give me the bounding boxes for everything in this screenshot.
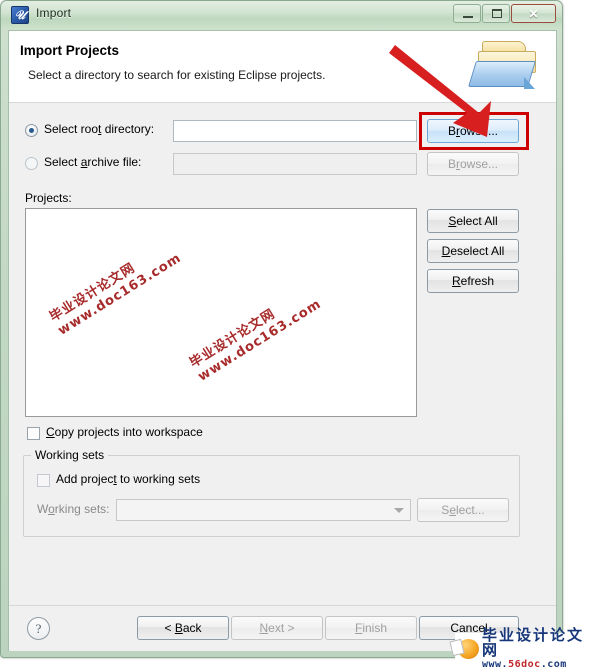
dialog-footer: ? < Back Next > Finish Cancel: [9, 606, 556, 651]
archive-file-input[interactable]: [173, 153, 417, 175]
next-button[interactable]: Next >: [231, 616, 323, 640]
back-button[interactable]: < Back: [137, 616, 229, 640]
close-button[interactable]: ✕: [511, 4, 556, 23]
working-sets-combo-label: Working sets:: [37, 502, 110, 516]
projects-label: Projects:: [25, 191, 72, 205]
select-archive-file-radio[interactable]: Select archive file:: [25, 155, 185, 173]
window-controls: ✕: [452, 4, 556, 23]
dialog-client-area: Import Projects Select a directory to se…: [8, 30, 557, 651]
select-root-directory-label: Select root directory:: [44, 122, 155, 136]
add-project-to-working-sets-checkbox[interactable]: [37, 474, 50, 487]
dialog-header: Import Projects Select a directory to se…: [9, 31, 556, 103]
refresh-button[interactable]: Refresh: [427, 269, 519, 293]
eclipse-icon: 𝒰: [11, 6, 29, 24]
add-project-to-working-sets-label: Add project to working sets: [56, 472, 201, 486]
working-sets-combo[interactable]: [116, 499, 411, 521]
copy-projects-label: Copy projects into workspace: [46, 425, 203, 439]
copy-projects-checkbox[interactable]: [27, 427, 40, 440]
title-bar: 𝒰 Import ✕: [1, 1, 562, 30]
chevron-down-icon: [394, 508, 404, 513]
minimize-button[interactable]: [453, 4, 481, 23]
logo-url: www.56doc.com: [482, 659, 567, 670]
working-sets-group-title: Working sets: [31, 448, 109, 462]
import-folder-icon: [468, 37, 546, 99]
browse-archive-file-button[interactable]: Browse...: [427, 152, 519, 176]
close-icon: ✕: [528, 6, 539, 21]
window-title: Import: [36, 6, 72, 20]
working-sets-select-button[interactable]: Select...: [417, 498, 509, 522]
working-sets-group: [23, 455, 520, 537]
select-archive-file-label: Select archive file:: [44, 155, 142, 169]
page-subtitle: Select a directory to search for existin…: [28, 68, 326, 82]
projects-list[interactable]: [25, 208, 417, 417]
select-root-directory-radio[interactable]: Select root directory:: [25, 122, 190, 140]
dialog-body: Select root directory: Browse... Select …: [9, 45, 556, 606]
import-dialog-window: 𝒰 Import ✕ Import Projects Select a dire…: [0, 0, 563, 658]
radio-indicator: [25, 157, 38, 170]
maximize-button[interactable]: [482, 4, 510, 23]
finish-button[interactable]: Finish: [325, 616, 417, 640]
radio-indicator: [25, 124, 38, 137]
help-button[interactable]: ?: [27, 617, 50, 640]
cancel-button[interactable]: Cancel: [419, 616, 519, 640]
deselect-all-button[interactable]: Deselect All: [427, 239, 519, 263]
page-title: Import Projects: [20, 43, 120, 58]
root-directory-input[interactable]: [173, 120, 417, 142]
select-all-button[interactable]: Select All: [427, 209, 519, 233]
browse-root-directory-button[interactable]: Browse...: [427, 119, 519, 143]
